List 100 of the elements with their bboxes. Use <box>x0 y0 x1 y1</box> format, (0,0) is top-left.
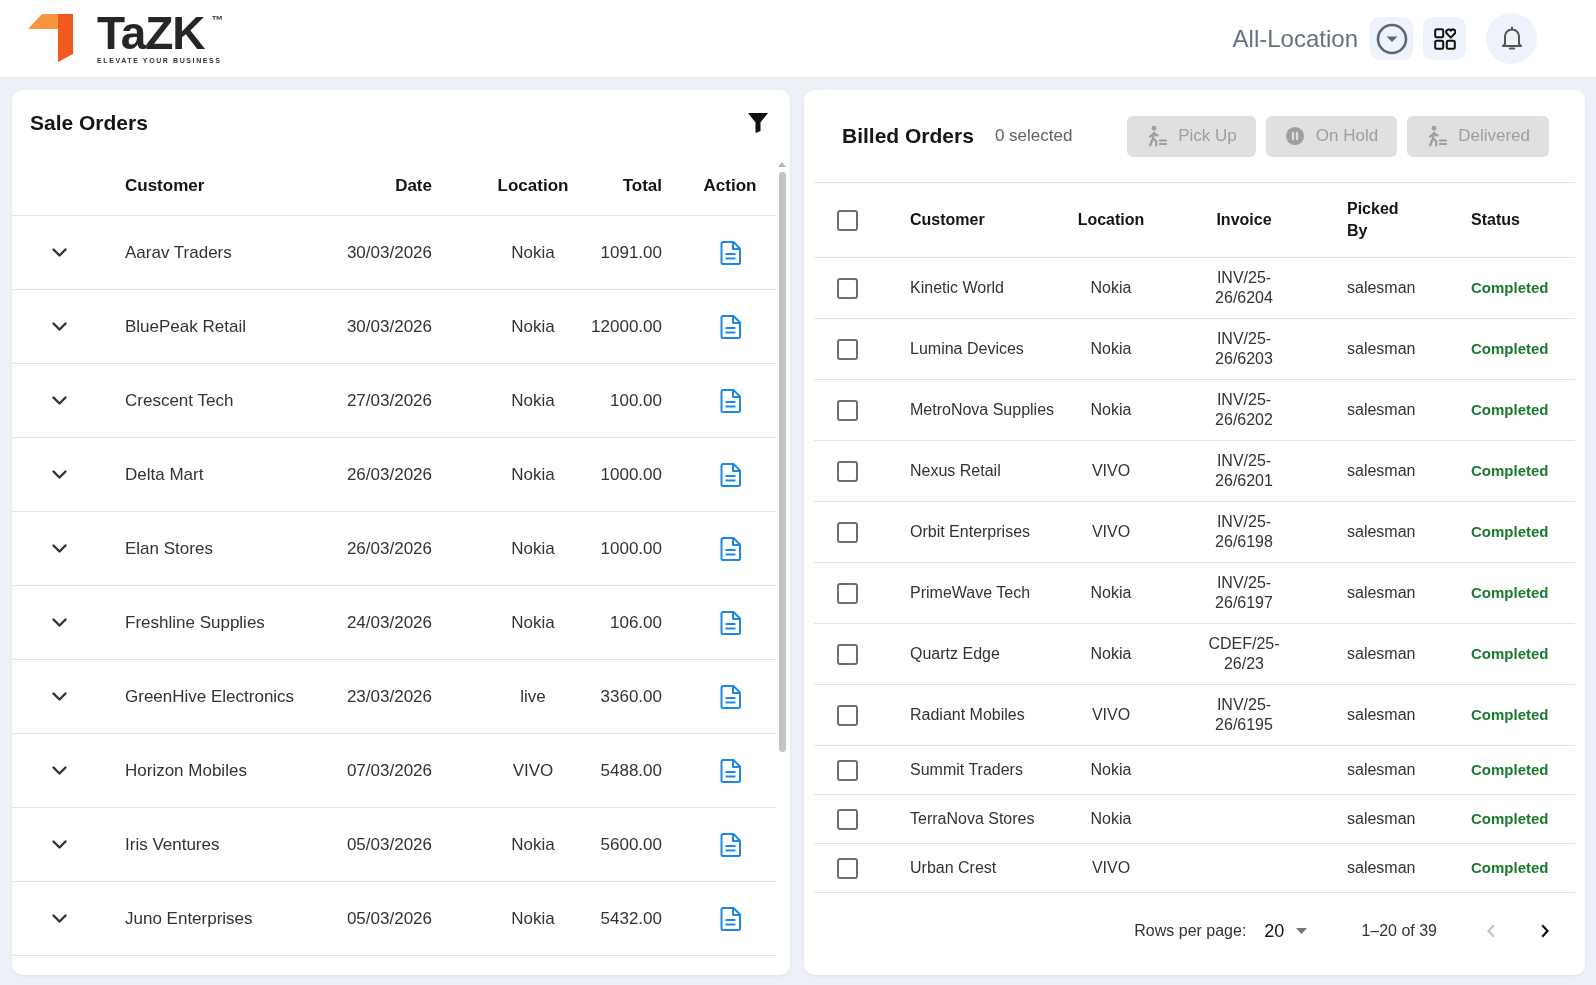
table-cell-text: INV/25-26/6197 <box>1214 573 1274 613</box>
table-cell: salesman <box>1347 340 1416 357</box>
chevron-down-icon[interactable] <box>52 914 67 923</box>
checkbox[interactable] <box>836 759 858 781</box>
table-cell: 26/03/2026 <box>346 538 432 558</box>
document-icon[interactable] <box>719 832 741 857</box>
table-cell: MetroNova Supplies <box>910 401 1055 418</box>
chevron-down-icon[interactable] <box>52 766 67 775</box>
table-cell: Delta Mart <box>125 464 204 484</box>
table-cell-text: INV/25-26/6198 <box>1214 512 1274 552</box>
chevron-down-icon[interactable] <box>52 322 67 331</box>
table-cell: Nokia <box>511 538 555 558</box>
table-cell: Nokia <box>1090 340 1132 357</box>
status-text: Completed <box>1471 523 1549 540</box>
checkbox[interactable] <box>836 857 858 879</box>
table-cell: Nokia <box>511 612 555 632</box>
table-cell: Nokia <box>511 464 555 484</box>
table-cell: salesman <box>1347 279 1416 296</box>
table-cell: 30/03/2026 <box>346 242 432 262</box>
checkbox[interactable] <box>836 808 858 830</box>
checkbox[interactable] <box>836 582 858 604</box>
table-cell: VIVO <box>1091 462 1131 479</box>
panel-title: Billed Orders <box>842 123 974 150</box>
table-cell: salesman <box>1347 706 1416 723</box>
table-cell-text: INV/25-26/6201 <box>1214 451 1274 491</box>
grid-icon <box>1433 27 1456 50</box>
location-dropdown-button[interactable] <box>1370 17 1413 60</box>
chevron-down-icon[interactable] <box>52 618 67 627</box>
rows-per-page-select[interactable]: 20 <box>1264 917 1308 945</box>
status-text: Completed <box>1471 706 1549 723</box>
document-icon[interactable] <box>719 758 741 783</box>
status-text: Completed <box>1471 645 1549 662</box>
checkbox[interactable] <box>836 704 858 726</box>
table-cell: BluePeak Retail <box>125 316 246 336</box>
caret-down-circle-icon <box>1375 22 1408 55</box>
table-cell: Juno Enterprises <box>125 908 253 928</box>
status-text: Completed <box>1471 584 1549 601</box>
document-icon[interactable] <box>719 462 741 487</box>
table-cell: Nokia <box>511 834 555 854</box>
table-cell: Nokia <box>511 390 555 410</box>
checkbox[interactable] <box>836 399 858 421</box>
apps-button[interactable] <box>1423 17 1466 60</box>
table-cell: 05/03/2026 <box>346 834 432 854</box>
document-icon[interactable] <box>719 388 741 413</box>
page-range: 1–20 of 39 <box>1361 921 1437 941</box>
document-icon[interactable] <box>719 906 741 931</box>
filter-icon[interactable] <box>748 113 768 133</box>
table-cell: Nokia <box>1090 401 1132 418</box>
document-icon[interactable] <box>719 240 741 265</box>
document-icon[interactable] <box>719 610 741 635</box>
status-text: Completed <box>1471 810 1549 827</box>
table-cell: Nokia <box>511 242 555 262</box>
chevron-down-icon[interactable] <box>52 544 67 553</box>
table-cell: salesman <box>1347 401 1416 418</box>
location-value: All-Location <box>1232 23 1358 54</box>
checkbox[interactable] <box>836 277 858 299</box>
chevron-down-icon[interactable] <box>52 396 67 405</box>
document-icon[interactable] <box>719 536 741 561</box>
table-cell-text: INV/25-26/6203 <box>1214 329 1274 369</box>
table-cell: Nexus Retail <box>910 462 1001 479</box>
table-cell: 27/03/2026 <box>346 390 432 410</box>
bell-icon <box>1500 26 1523 51</box>
chevron-right-icon[interactable] <box>1541 924 1549 938</box>
column-header: Invoice <box>1216 211 1272 228</box>
checkbox[interactable] <box>836 521 858 543</box>
walking-person-icon <box>1146 125 1168 147</box>
table-cell: live <box>520 686 546 706</box>
document-icon[interactable] <box>719 684 741 709</box>
table-cell: 1000.00 <box>600 538 662 558</box>
status-text: Completed <box>1471 401 1549 418</box>
table-cell: TerraNova Stores <box>910 810 1035 827</box>
table-cell: salesman <box>1347 523 1416 540</box>
table-cell: 05/03/2026 <box>346 908 432 928</box>
chevron-down-icon[interactable] <box>52 248 67 257</box>
status-text: Completed <box>1471 340 1549 357</box>
pause-icon <box>1284 126 1305 146</box>
chevron-down-icon[interactable] <box>52 692 67 701</box>
table-cell: VIVO <box>512 760 554 780</box>
table-cell: Nokia <box>511 316 555 336</box>
document-icon[interactable] <box>719 314 741 339</box>
checkbox[interactable] <box>836 460 858 482</box>
checkbox[interactable] <box>836 209 858 231</box>
column-header: Customer <box>125 175 205 195</box>
table-cell: Quartz Edge <box>910 645 1000 662</box>
column-header: Location <box>1077 211 1145 228</box>
table-cell: 23/03/2026 <box>346 686 432 706</box>
chevron-down-icon[interactable] <box>52 840 67 849</box>
table-cell: PrimeWave Tech <box>910 584 1031 601</box>
checkbox[interactable] <box>836 643 858 665</box>
scrollbar-thumb[interactable] <box>779 172 786 752</box>
table-cell: Nokia <box>511 908 555 928</box>
table-cell: Crescent Tech <box>125 390 234 410</box>
status-text: Completed <box>1471 859 1549 876</box>
notifications-button[interactable] <box>1486 13 1537 64</box>
table-cell: Nokia <box>1090 810 1132 827</box>
checkbox[interactable] <box>836 338 858 360</box>
table-cell: 5432.00 <box>600 908 662 928</box>
chevron-down-icon[interactable] <box>52 470 67 479</box>
column-header: Picked By <box>1347 199 1400 241</box>
table-cell: Nokia <box>1090 584 1132 601</box>
